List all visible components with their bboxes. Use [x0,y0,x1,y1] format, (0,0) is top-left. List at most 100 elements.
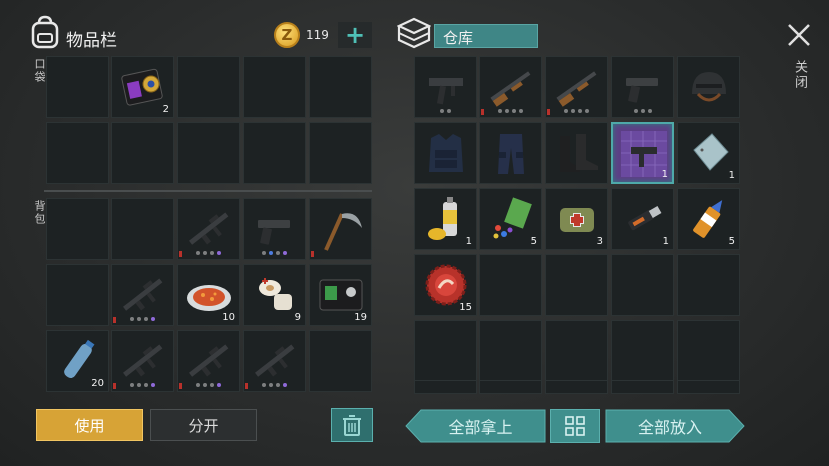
storage-slot[interactable] [677,254,740,316]
put-all-label: 全部放入 [637,418,702,437]
storage-slot[interactable] [479,380,542,394]
tactical-pants-icon [498,134,524,174]
storage-slot-pistol[interactable] [611,56,674,118]
storage-slot-medkit[interactable]: 3 [545,188,608,250]
storage-title: 仓库 [443,29,474,47]
attachment-dots [112,317,173,321]
pocket-slot[interactable] [111,122,174,184]
pocket-slot[interactable] [46,56,109,118]
backpack-icon [31,15,59,49]
storage-slot[interactable] [414,380,477,394]
backpack-slot-rifle[interactable] [177,330,240,392]
coin-icon: Z [274,22,300,48]
pocket-slot[interactable] [46,122,109,184]
storage-slot[interactable] [479,320,542,382]
backpack-slot-sickle[interactable] [309,198,372,260]
add-currency-button[interactable]: + [338,22,372,48]
discard-button[interactable] [331,408,373,442]
pistol-icon [626,78,658,103]
item-count: 1 [728,170,735,181]
scythe-icon [324,213,362,251]
storage-slot[interactable] [479,254,542,316]
storage-slot[interactable] [677,320,740,382]
storage-slot[interactable] [611,254,674,316]
storage-slot[interactable] [611,380,674,394]
storage-slot-steel-plate[interactable]: 1 [677,122,740,184]
storage-slot[interactable] [545,320,608,382]
item-count: 15 [459,302,472,313]
storage-slot-gems[interactable]: 5 [479,188,542,250]
storage-slot-glue[interactable]: 5 [677,188,740,250]
backpack-slot[interactable] [46,264,109,326]
item-count: 10 [222,312,235,323]
boots-icon [560,134,598,172]
storage-slot-uzi[interactable] [414,56,477,118]
storage-slot[interactable] [611,320,674,382]
glue-tube-icon [693,200,723,238]
storage-slot-uzi-blueprint[interactable]: 1 [611,122,674,184]
backpack-slot-rifle[interactable] [177,198,240,260]
pocket-slot[interactable] [243,56,306,118]
storage-slot-shotgun[interactable] [545,56,608,118]
pocket-slot[interactable] [243,122,306,184]
item-count: 20 [91,378,104,389]
backpack-slot-food[interactable]: 10 [177,264,240,326]
storage-slot-shotgun[interactable] [479,56,542,118]
storage-icon [397,17,431,49]
grid-sort-icon [565,416,585,436]
storage-slot[interactable] [545,380,608,394]
body-armor-icon [429,134,463,172]
backpack-slot-bandage[interactable]: 9 [243,264,306,326]
pocket-slot[interactable] [177,56,240,118]
inventory-title: 物品栏 [66,31,117,51]
backpack-slot-rifle[interactable] [111,264,174,326]
backpack-slot[interactable] [111,198,174,260]
pocket-slot-badge[interactable]: 2 [111,56,174,118]
pocket-slot[interactable] [309,56,372,118]
assault-rifle-icon [123,344,163,377]
take-all-label: 全部拿上 [448,418,513,437]
item-count: 5 [530,236,537,247]
backpack-slot-rifle[interactable] [111,330,174,392]
attachment-dots [612,109,673,113]
close-label[interactable]: 关闭 [790,60,809,90]
item-count: 3 [596,236,603,247]
storage-title-box: 仓库 [434,24,538,48]
backpack-slot-rifle[interactable] [243,330,306,392]
backpack-slot[interactable] [309,330,372,392]
pocket-slot[interactable] [309,122,372,184]
storage-slot[interactable] [414,320,477,382]
attachment-dots [480,109,541,113]
backpack-slot-water[interactable]: 20 [46,330,109,392]
backpack-slot[interactable] [46,198,109,260]
split-button-label: 分开 [188,416,219,435]
storage-slot-usb[interactable]: 1 [611,188,674,250]
pocket-slot[interactable] [177,122,240,184]
shotgun-icon [490,71,531,107]
item-count: 19 [354,312,367,323]
split-button[interactable]: 分开 [150,409,257,441]
shotgun-icon [556,71,597,107]
backpack-slot-idcard[interactable]: 19 [309,264,372,326]
steel-plate-icon [693,133,729,171]
plus-icon: + [344,21,366,49]
storage-slot-helmet[interactable] [677,56,740,118]
sort-button[interactable] [550,409,600,443]
assault-rifle-icon [123,278,163,311]
section-divider [44,190,372,192]
backpack-slot-pistol[interactable] [243,198,306,260]
storage-slot-pants[interactable] [479,122,542,184]
storage-slot-spray[interactable]: 1 [414,188,477,250]
usb-drive-icon [628,206,662,231]
storage-slot[interactable] [545,254,608,316]
storage-slot[interactable] [677,380,740,394]
close-button[interactable] [786,22,812,48]
storage-slot-bottle-cap[interactable]: 15 [414,254,477,316]
bandage-icon [259,278,292,310]
use-button[interactable]: 使用 [36,409,143,441]
storage-slot-vest[interactable] [414,122,477,184]
storage-slot-boots[interactable] [545,122,608,184]
police-badge-icon [121,68,163,106]
use-button-label: 使用 [74,416,105,435]
attachment-dots [415,109,476,113]
